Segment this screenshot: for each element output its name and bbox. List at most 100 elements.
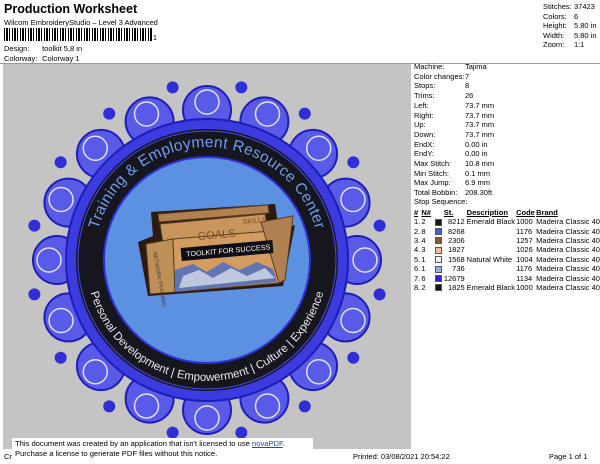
stat-value: 5.80 in <box>574 21 597 31</box>
stat-height: Height: 5.80 in <box>543 21 597 31</box>
row-needle: 3 <box>421 245 426 255</box>
row-swatch <box>434 255 444 264</box>
row-stitches: 2306 <box>447 235 465 245</box>
lace-bead <box>235 81 248 94</box>
info-value: 73.7 mm <box>465 129 495 139</box>
design-row: Design: toolkit 5,8 in <box>4 44 82 53</box>
colorway-value: Colorway 1 <box>42 54 80 63</box>
row-code: 1000 <box>516 217 533 227</box>
info-label: EndY: <box>414 149 435 159</box>
col-header-brand: Brand <box>536 208 558 217</box>
row-num: 6. <box>414 264 421 274</box>
table-header-row: # N# St. Description Code Brand <box>414 208 600 217</box>
info-value: 8 <box>465 81 470 91</box>
row-num: 5. <box>414 254 421 264</box>
notice-text: This document was created by an applicat… <box>15 439 250 448</box>
software-subtitle: Wilcom EmbroideryStudio – Level 3 Advanc… <box>4 18 158 27</box>
machine-row: Down: 73.7 mm <box>414 130 494 140</box>
row-description: Emerald Black <box>466 217 516 227</box>
row-num: 2. <box>414 226 421 236</box>
row-brand: Madeira Classic 40 <box>536 282 600 292</box>
embroidery-design: Training & Employment Resource Center Pe… <box>28 81 386 439</box>
lace-bead <box>298 107 311 120</box>
row-code: 1176 <box>516 264 533 274</box>
info-label: Up: <box>414 120 426 130</box>
row-description: Natural White <box>466 254 513 264</box>
stat-colors: Colors: 6 <box>543 12 597 22</box>
info-value: 10.8 mm <box>465 159 495 169</box>
machine-row: Machine: Tajima <box>414 62 494 72</box>
lace-bead <box>347 156 360 169</box>
row-stitches: 12679 <box>443 273 465 283</box>
info-value: 0.00 in <box>465 149 488 159</box>
row-swatch <box>434 217 444 226</box>
info-value: 0.1 mm <box>465 168 491 178</box>
info-value: 6.9 mm <box>465 178 491 188</box>
info-label: Left: <box>414 100 429 110</box>
stat-width: Width: 5.80 in <box>543 31 597 41</box>
novapdf-link[interactable]: novaPDF <box>252 439 283 448</box>
machine-row: EndY: 0.00 in <box>414 149 494 159</box>
machine-row: Color changes:7 <box>414 72 494 82</box>
info-value: 73.7 mm <box>465 110 495 120</box>
row-brand: Madeira Classic 40 <box>536 217 600 227</box>
row-swatch <box>434 283 444 292</box>
info-label: Down: <box>414 129 436 139</box>
stat-value: 1:1 <box>574 40 585 50</box>
row-code: 1257 <box>516 235 533 245</box>
footer-cr: Cr <box>4 452 12 461</box>
col-header-code: Code <box>516 208 535 217</box>
row-swatch <box>434 245 444 254</box>
color-swatch <box>434 228 442 236</box>
table-row: 7. 6 12679 1134 Madeira Classic 40 <box>414 273 600 283</box>
row-code: 1000 <box>516 282 533 292</box>
stat-label: Colors: <box>543 11 567 21</box>
row-needle: 1 <box>421 264 426 274</box>
machine-row: Max Jump: 6.9 mm <box>414 178 494 188</box>
row-description <box>467 226 516 235</box>
color-swatch <box>434 237 442 245</box>
info-label: Stops: <box>414 81 436 91</box>
machine-row: Left: 73.7 mm <box>414 101 494 111</box>
machine-row: Stops: 8 <box>414 81 494 91</box>
stat-label: Zoom: <box>543 40 565 50</box>
info-label: Trims: <box>414 91 435 101</box>
notice-period: . <box>282 439 285 448</box>
stat-label: Stitches: <box>543 2 572 11</box>
info-label: EndX: <box>414 139 435 149</box>
row-brand: Madeira Classic 40 <box>536 235 600 245</box>
row-num: 4. <box>414 245 421 255</box>
row-swatch <box>434 273 444 283</box>
col-header-swatch <box>435 208 444 217</box>
page-number: Page 1 of 1 <box>549 452 588 461</box>
row-needle: 8 <box>421 226 426 236</box>
lace-bead <box>54 351 67 364</box>
table-row: 8. 2 1825 Emerald Black 1000 Madeira Classic … <box>414 283 600 292</box>
row-needle: 6 <box>421 273 426 283</box>
row-needle: 1 <box>421 254 426 264</box>
row-description: Emerald Black <box>466 282 516 292</box>
stat-value: 6 <box>574 11 579 21</box>
lace-bead <box>28 219 41 232</box>
row-description <box>467 236 516 245</box>
row-stitches: 8268 <box>447 226 465 236</box>
info-value: 26 <box>465 91 474 101</box>
info-label: Min Stitch: <box>414 168 450 178</box>
row-brand: Madeira Classic 40 <box>536 264 600 274</box>
design-label: Design: <box>4 44 30 53</box>
printed-timestamp: Printed: 03/08/2021 20:54:22 <box>353 452 450 461</box>
info-value: 208.30ft <box>465 188 493 198</box>
row-code: 1026 <box>516 245 533 255</box>
col-header-needle: N# <box>421 208 431 217</box>
row-num: 1. <box>414 217 421 227</box>
col-header-num: # <box>414 208 419 217</box>
row-description <box>467 273 516 282</box>
lace-bead <box>347 351 360 364</box>
table-row: 4. 3 1827 1026 Madeira Classic 40 <box>414 245 600 254</box>
row-code: 1004 <box>516 254 533 264</box>
row-num: 8. <box>414 282 421 292</box>
design-stats: Stitches: 37423 Colors: 6 Height: 5.80 in W… <box>543 2 597 50</box>
row-swatch <box>434 264 444 273</box>
machine-row: Max Stitch: 10.8 mm <box>414 159 494 169</box>
row-brand: Madeira Classic 40 <box>536 245 600 255</box>
